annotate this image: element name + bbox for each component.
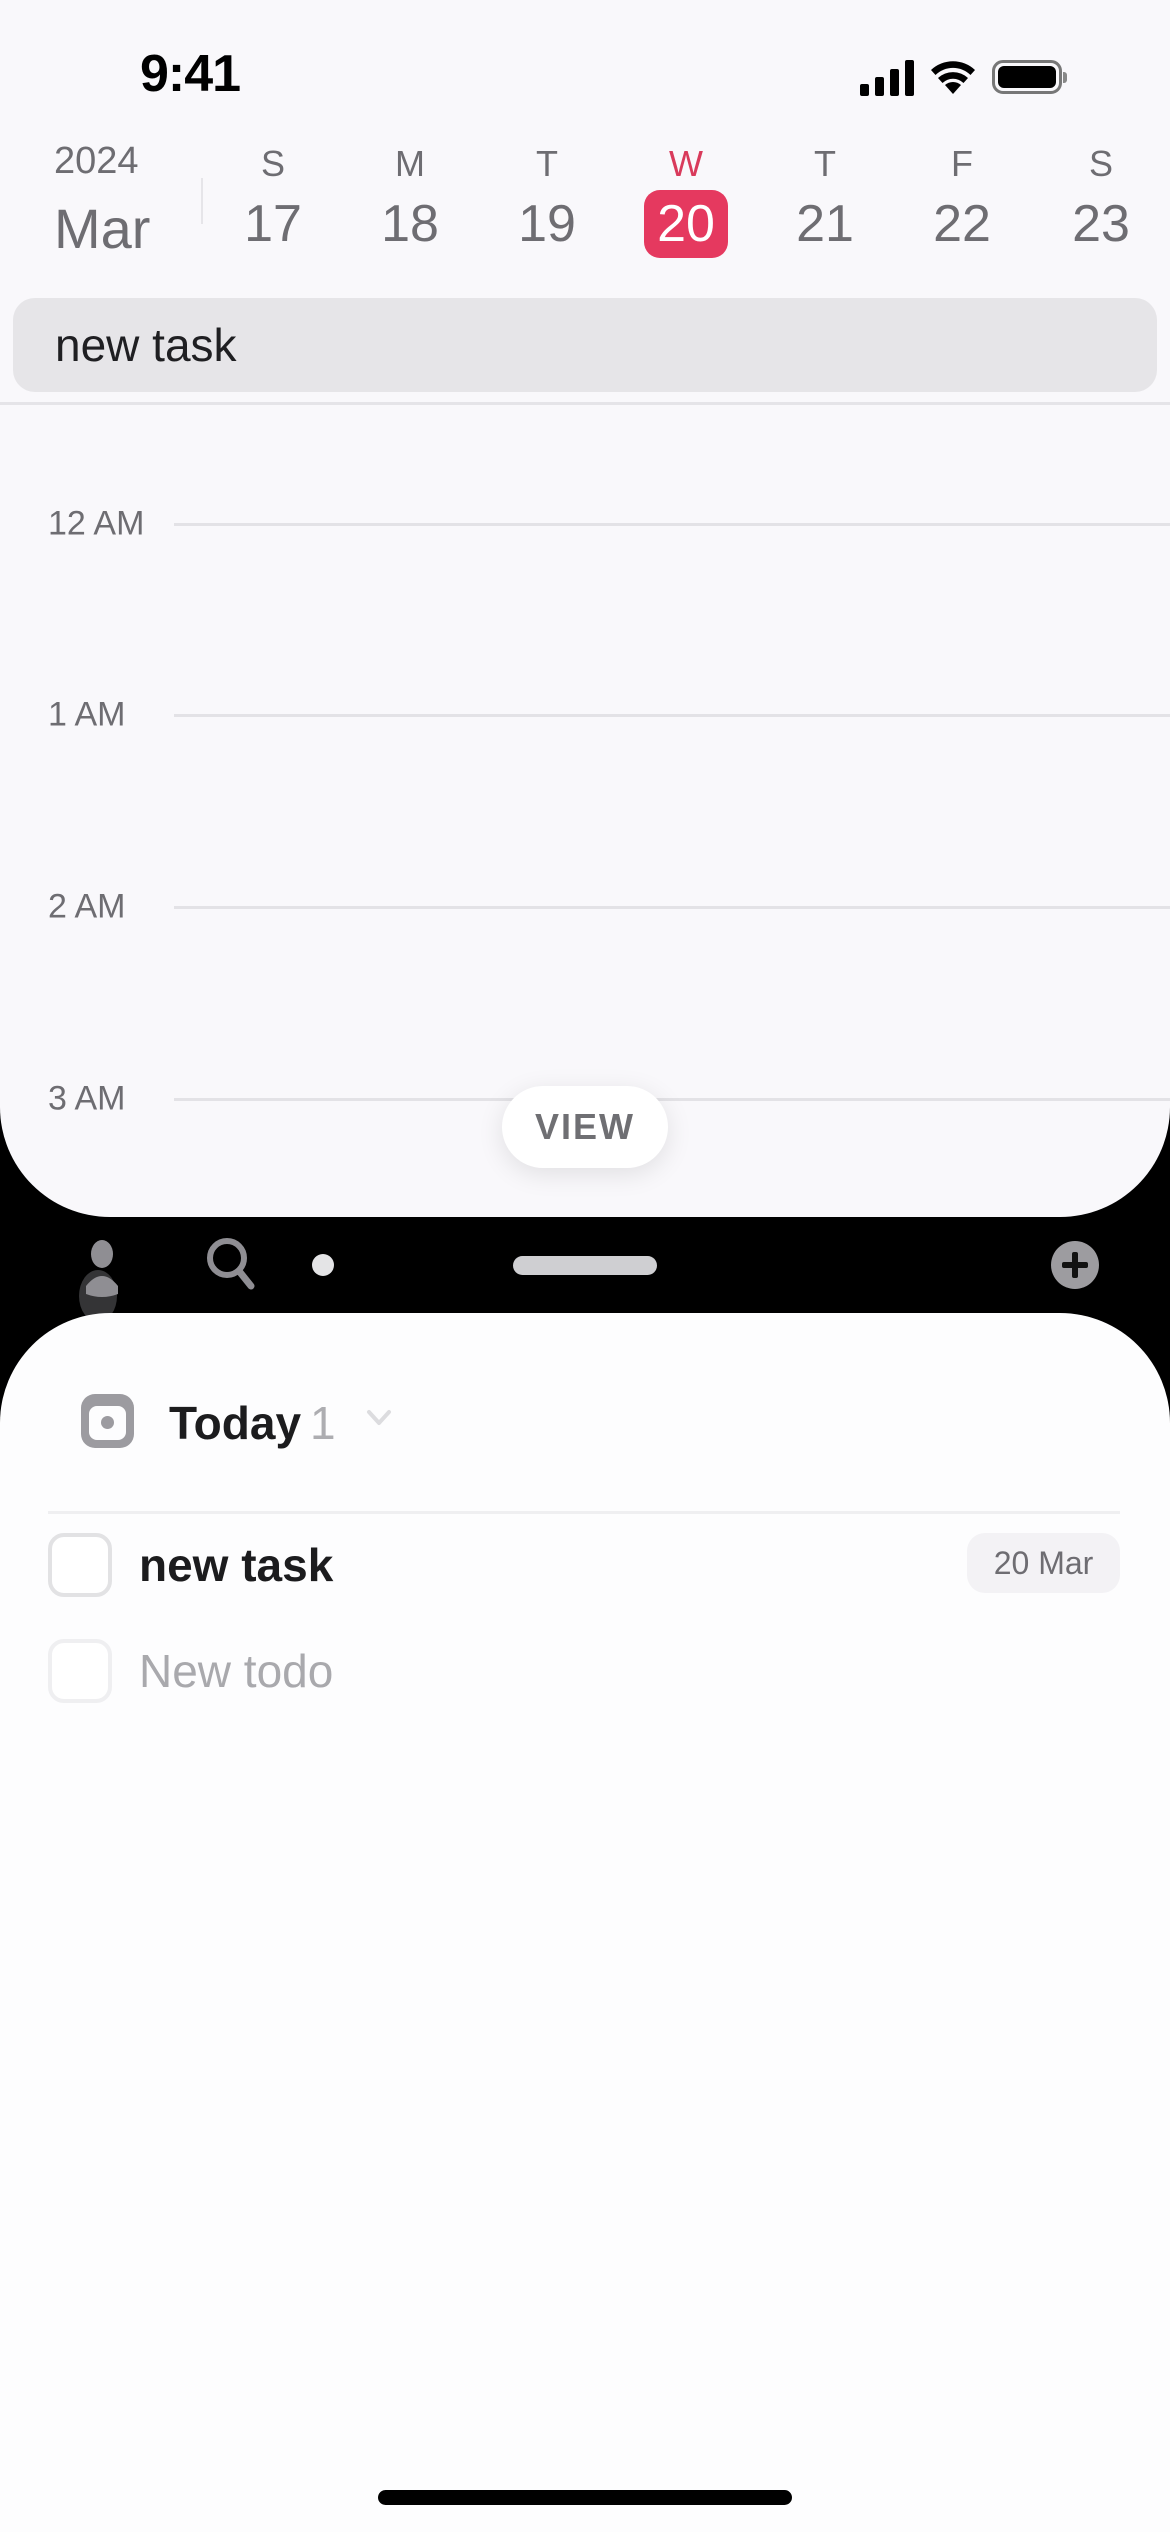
all-day-event[interactable]: new task <box>13 298 1157 392</box>
hour-label: 1 AM <box>48 695 126 734</box>
hour-gridline <box>174 714 1170 717</box>
calendar-panel: 9:41 2024 Mar S 17 M 18 T 19 W 20 T 21 F 22 S 23 new … <box>0 0 1170 1217</box>
week-separator <box>201 178 203 224</box>
page-dot-indicator <box>312 1254 334 1276</box>
day-number[interactable]: 19 <box>505 190 589 258</box>
weekday-letter: T <box>536 143 558 184</box>
weekday-letter: T <box>814 143 836 184</box>
day-number[interactable]: 21 <box>783 190 867 258</box>
todo-panel <box>0 1313 1170 2532</box>
task-date-badge[interactable]: 20 Mar <box>967 1533 1120 1593</box>
day-number[interactable]: 18 <box>368 190 452 258</box>
list-divider <box>48 1511 1120 1514</box>
calendar-month: Mar <box>54 197 151 260</box>
day-number[interactable]: 17 <box>231 190 315 258</box>
hour-label: 2 AM <box>48 887 126 926</box>
day-number[interactable]: 22 <box>920 190 1004 258</box>
weekday-letter: S <box>1088 143 1113 184</box>
new-todo-input[interactable]: New todo <box>139 1644 333 1698</box>
list-count: 1 <box>310 1397 336 1449</box>
task-title[interactable]: new task <box>139 1538 333 1592</box>
calendar-year: 2024 <box>54 140 139 182</box>
hour-label: 12 AM <box>48 504 145 543</box>
hour-gridline <box>174 906 1170 909</box>
weekday-letter: W <box>669 143 703 184</box>
home-indicator[interactable] <box>378 2490 792 2505</box>
hour-gridline <box>174 1098 1170 1101</box>
new-todo-checkbox[interactable] <box>48 1639 112 1703</box>
selected-day[interactable]: 20 <box>644 190 728 258</box>
status-icons <box>860 55 1067 99</box>
weekday-letter: M <box>395 143 425 184</box>
all-day-divider <box>0 402 1170 405</box>
status-time: 9:41 <box>140 45 241 103</box>
chevron-down-icon[interactable] <box>362 1400 396 1434</box>
hour-gridline <box>174 523 1170 526</box>
drag-handle[interactable] <box>513 1256 657 1275</box>
search-icon[interactable] <box>205 1236 261 1292</box>
weekday-letter: F <box>951 143 973 184</box>
weekday-letter: S <box>260 143 285 184</box>
list-title[interactable]: Today <box>169 1396 301 1450</box>
wifi-icon <box>931 61 975 94</box>
battery-icon <box>992 60 1067 94</box>
cellular-signal-icon <box>860 58 914 96</box>
hour-label: 3 AM <box>48 1079 126 1118</box>
today-icon <box>81 1394 134 1448</box>
task-checkbox[interactable] <box>48 1533 112 1597</box>
add-icon[interactable] <box>1051 1241 1099 1289</box>
view-button[interactable]: VIEW <box>502 1086 668 1168</box>
day-number[interactable]: 23 <box>1059 190 1143 258</box>
